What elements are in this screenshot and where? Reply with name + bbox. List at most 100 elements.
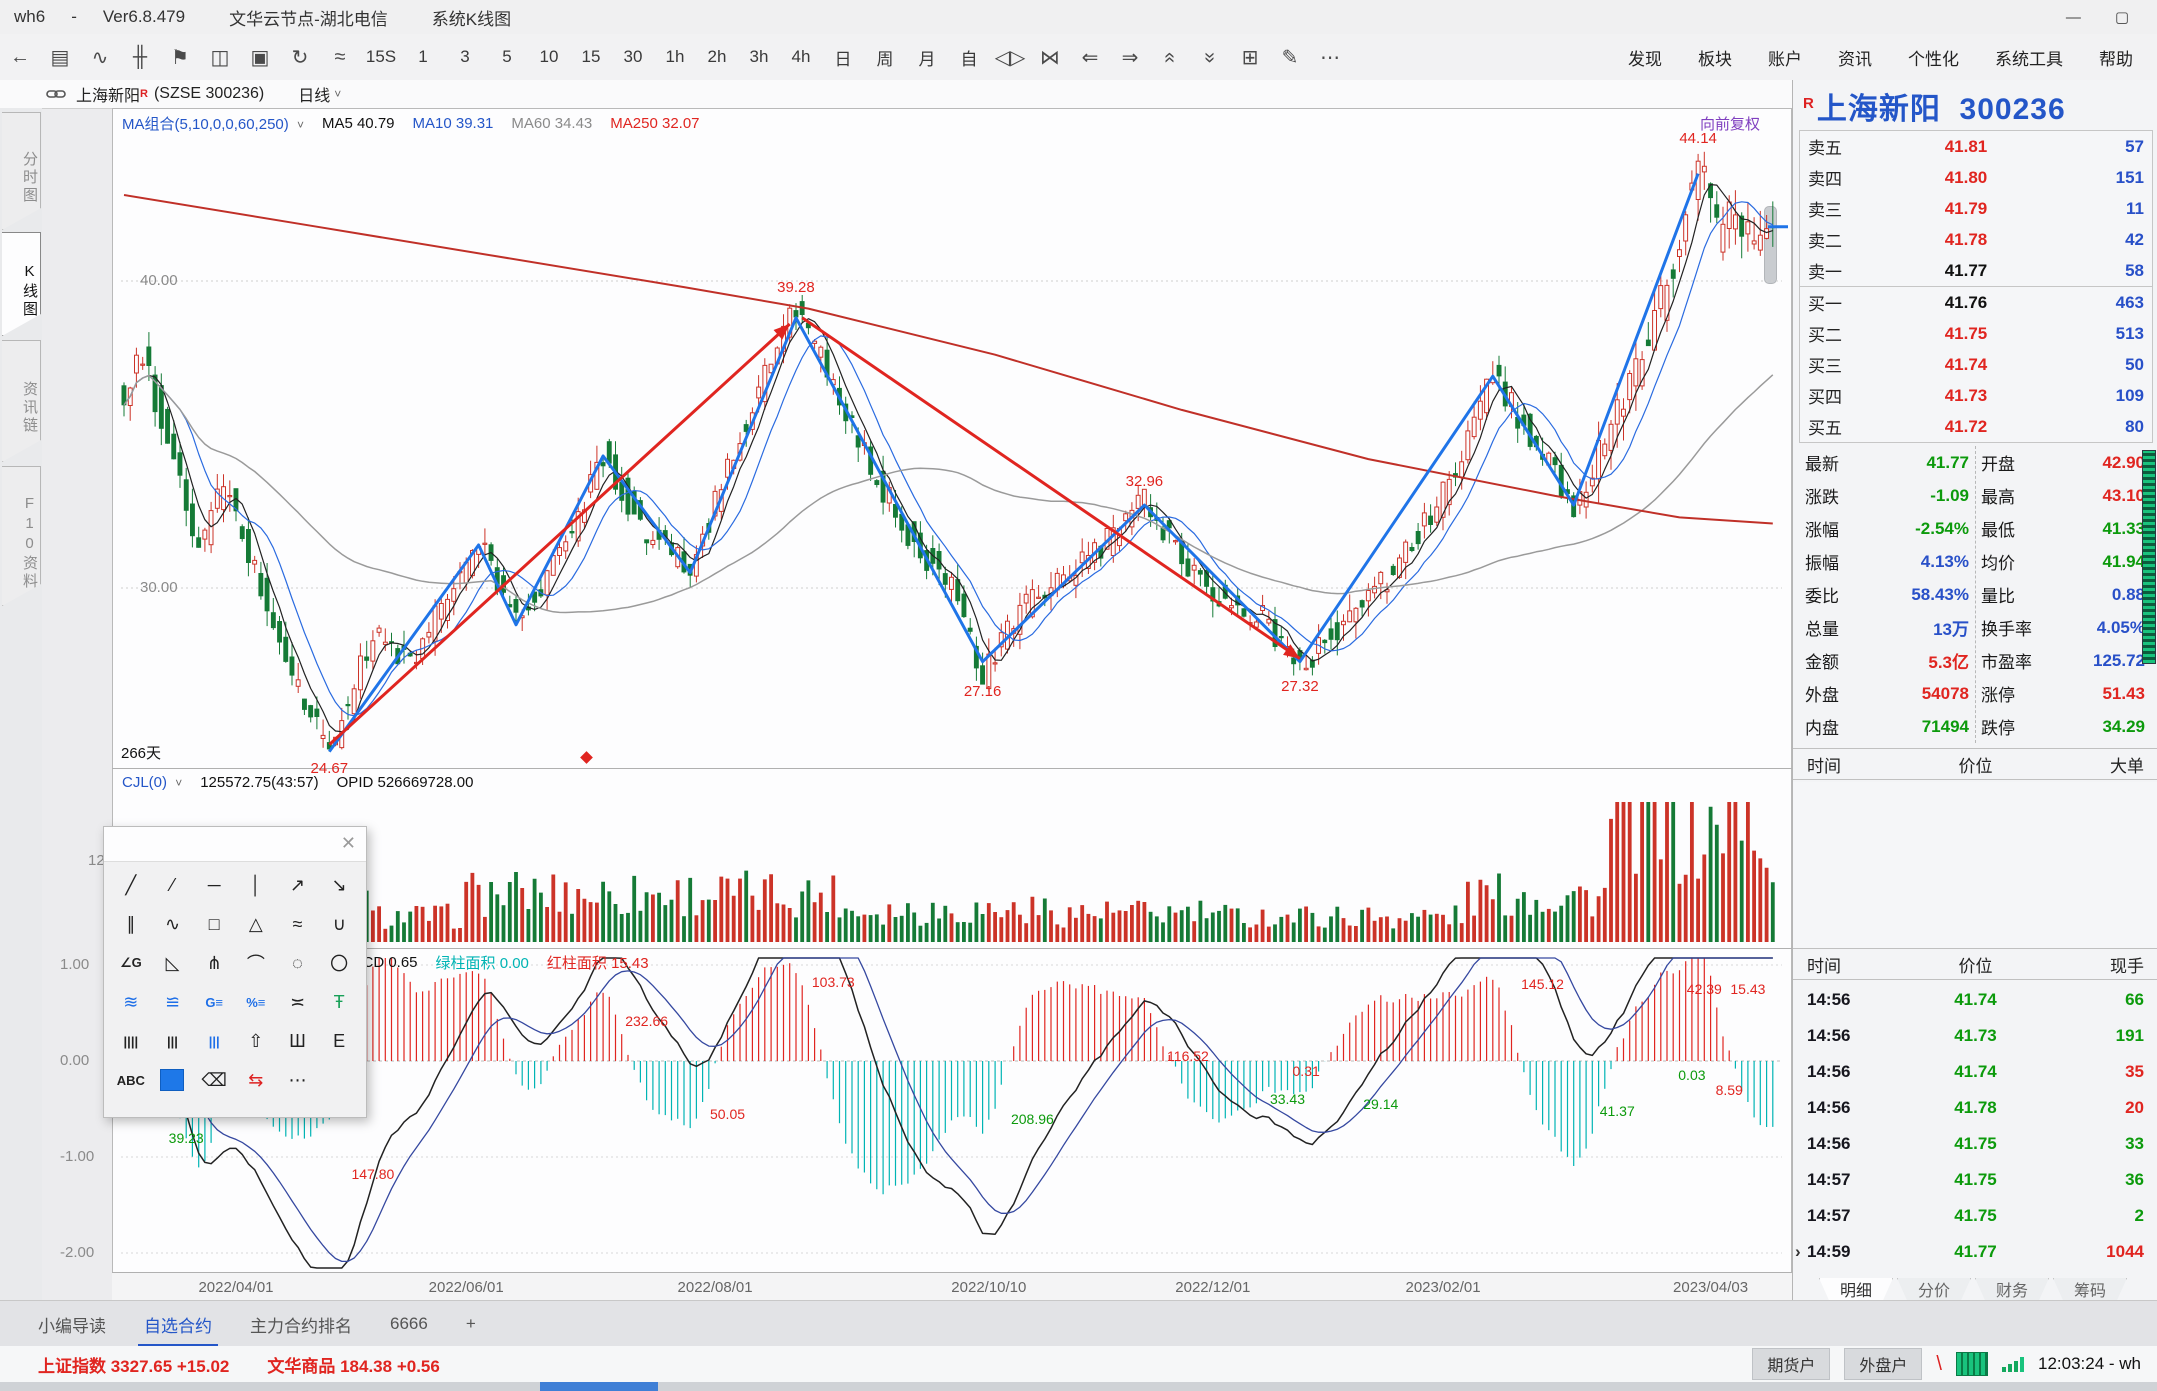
bottom-tab-小编导读[interactable]: 小编导读 <box>38 1312 106 1337</box>
order-book-row[interactable]: 卖五41.8157 <box>1800 131 2152 162</box>
menu-系统工具[interactable]: 系统工具 <box>1995 45 2063 70</box>
up-mark-tool[interactable]: ⇧ <box>235 1026 277 1056</box>
ellipse-tool[interactable]: 〇 <box>318 948 360 978</box>
angle-tool[interactable]: ∠G <box>110 948 152 978</box>
maximize-icon[interactable]: ▢ <box>2115 8 2129 26</box>
overlay-icon[interactable]: ≈ <box>320 46 360 69</box>
polyline-tool[interactable]: ∿ <box>152 909 194 939</box>
foreign-account-button[interactable]: 外盘户 <box>1844 1348 1922 1380</box>
period-select[interactable]: 日线 <box>298 82 330 106</box>
futures-account-button[interactable]: 期货户 <box>1752 1348 1830 1380</box>
compare-icon[interactable]: ◁▷ <box>990 45 1030 70</box>
menu-资讯[interactable]: 资讯 <box>1838 45 1872 70</box>
order-book-row[interactable]: 买一41.76463 <box>1800 287 2152 318</box>
timeframe-1[interactable]: 1 <box>402 47 444 67</box>
tape-row[interactable]: 14:5641.7820 <box>1793 1090 2157 1126</box>
bars4-tool[interactable]: |||| <box>110 1026 152 1056</box>
wedge-tool[interactable]: ◺ <box>152 948 194 978</box>
drawing-panel-titlebar[interactable]: ✕ <box>104 827 366 862</box>
arrow-down-tool[interactable]: ↘ <box>318 870 360 900</box>
tape-row[interactable]: 14:5641.7466 <box>1793 982 2157 1018</box>
circle-tool[interactable]: ◌ <box>277 948 319 978</box>
zoom-in-icon[interactable]: « <box>1150 46 1190 69</box>
save-icon[interactable]: ▣ <box>240 45 280 70</box>
tape-row[interactable]: 14:5741.7536 <box>1793 1162 2157 1198</box>
cycle-lines-tool[interactable]: Ŧ <box>318 987 360 1017</box>
timeframe-月[interactable]: 月 <box>906 45 948 70</box>
zoom-out-icon[interactable]: « <box>1190 46 1230 69</box>
candlestick-icon[interactable]: ╫ <box>120 46 160 69</box>
dashed-line-tool[interactable]: ⁄ <box>152 870 194 900</box>
speed-lines-tool[interactable]: ≍ <box>277 987 319 1017</box>
wave-tool[interactable]: ≈ <box>277 909 319 939</box>
ma-combo-label[interactable]: MA组合(5,10,0,0,60,250) ˅ <box>122 113 304 134</box>
sidebar-tab-资讯链[interactable]: 资讯链 <box>2 340 41 462</box>
u-curve-tool[interactable]: ∪ <box>318 909 360 939</box>
tape-row[interactable]: 14:5641.7435 <box>1793 1054 2157 1090</box>
timeframe-自[interactable]: 自 <box>948 45 990 70</box>
color-swatch-tool[interactable] <box>152 1065 194 1095</box>
menu-板块[interactable]: 板块 <box>1698 45 1732 70</box>
cjl-indicator-label[interactable]: CJL(0) ˅ <box>122 774 182 791</box>
menu-发现[interactable]: 发现 <box>1628 45 1662 70</box>
draw-pen-icon[interactable]: ✎ <box>1270 45 1310 70</box>
text-tool[interactable]: ABC <box>110 1065 152 1095</box>
order-book-row[interactable]: 买四41.73109 <box>1800 380 2152 411</box>
chart-panel[interactable] <box>112 108 1792 1300</box>
order-book-row[interactable]: 买三41.7450 <box>1800 349 2152 380</box>
order-book-row[interactable]: 买五41.7280 <box>1800 411 2152 442</box>
timeframe-2h[interactable]: 2h <box>696 47 738 67</box>
bottom-tab-自选合约[interactable]: 自选合约 <box>144 1312 212 1337</box>
trend-chart-icon[interactable]: ∿ <box>80 45 120 70</box>
symbol-name[interactable]: 上海新阳 <box>76 82 140 106</box>
eraser-tool[interactable]: ⌫ <box>193 1065 235 1095</box>
more-icon[interactable]: ⋯ <box>1310 45 1350 70</box>
vertical-line-tool[interactable]: │ <box>235 870 277 900</box>
parallel-lines-tool[interactable]: ∥ <box>110 909 152 939</box>
order-book-row[interactable]: 卖二41.7842 <box>1800 224 2152 255</box>
minimize-icon[interactable]: — <box>2066 9 2081 26</box>
index-ticker-文华商品[interactable]: 文华商品 184.38 +0.56 <box>267 1352 439 1377</box>
e-tool[interactable]: E <box>318 1026 360 1056</box>
chevron-down-icon[interactable]: ˅ <box>334 87 341 101</box>
sidebar-tab-F10资料[interactable]: F10资料 <box>2 466 41 606</box>
grid-layout-icon[interactable]: ⊞ <box>1230 45 1270 70</box>
triangle-tool[interactable]: △ <box>235 909 277 939</box>
gann-lines-tool[interactable]: G≡ <box>193 987 235 1017</box>
sidebar-tab-K线图[interactable]: K线图 <box>2 232 41 336</box>
chart-scrollbar[interactable] <box>1764 206 1777 284</box>
pane-divider[interactable] <box>112 768 1792 769</box>
quote-board-icon[interactable]: ▤ <box>40 45 80 70</box>
menu-账户[interactable]: 账户 <box>1768 45 1802 70</box>
link-periods-icon[interactable]: ⋈ <box>1030 45 1070 70</box>
comb-tool[interactable]: Ш <box>277 1026 319 1056</box>
sidebar-tab-分时图[interactable]: 分时图 <box>2 112 41 230</box>
pitchfork-tool[interactable]: ⋔ <box>193 948 235 978</box>
timeframe-3[interactable]: 3 <box>444 47 486 67</box>
timeframe-3h[interactable]: 3h <box>738 47 780 67</box>
back-icon[interactable]: ← <box>0 46 40 69</box>
bars3-blue-tool[interactable]: ||| <box>193 1026 235 1056</box>
timeframe-30[interactable]: 30 <box>612 47 654 67</box>
percent-lines-tool[interactable]: %≡ <box>235 987 277 1017</box>
arc-tool[interactable]: ⌒ <box>235 948 277 978</box>
bottom-tab-6666[interactable]: 6666 <box>390 1314 428 1334</box>
timeframe-15S[interactable]: 15S <box>360 47 402 67</box>
more-tools[interactable]: ⋯ <box>277 1065 319 1095</box>
tape-row[interactable]: 14:59›41.771044 <box>1793 1234 2157 1270</box>
timeframe-4h[interactable]: 4h <box>780 47 822 67</box>
timeframe-日[interactable]: 日 <box>822 45 864 70</box>
menu-帮助[interactable]: 帮助 <box>2099 45 2133 70</box>
bars3-tool[interactable]: ||| <box>152 1026 194 1056</box>
timeframe-周[interactable]: 周 <box>864 45 906 70</box>
page-left-icon[interactable]: ⇐ <box>1070 45 1110 70</box>
channel-tool[interactable]: ≋ <box>110 987 152 1017</box>
page-right-icon[interactable]: ⇒ <box>1110 45 1150 70</box>
refresh-icon[interactable]: ↻ <box>280 45 320 70</box>
multi-chart-icon[interactable]: ◫ <box>200 45 240 70</box>
transfer-tool[interactable]: ⇆ <box>235 1065 277 1095</box>
timeframe-10[interactable]: 10 <box>528 47 570 67</box>
horizontal-line-tool[interactable]: ─ <box>193 870 235 900</box>
order-book-row[interactable]: 卖四41.80151 <box>1800 162 2152 193</box>
timeframe-15[interactable]: 15 <box>570 47 612 67</box>
